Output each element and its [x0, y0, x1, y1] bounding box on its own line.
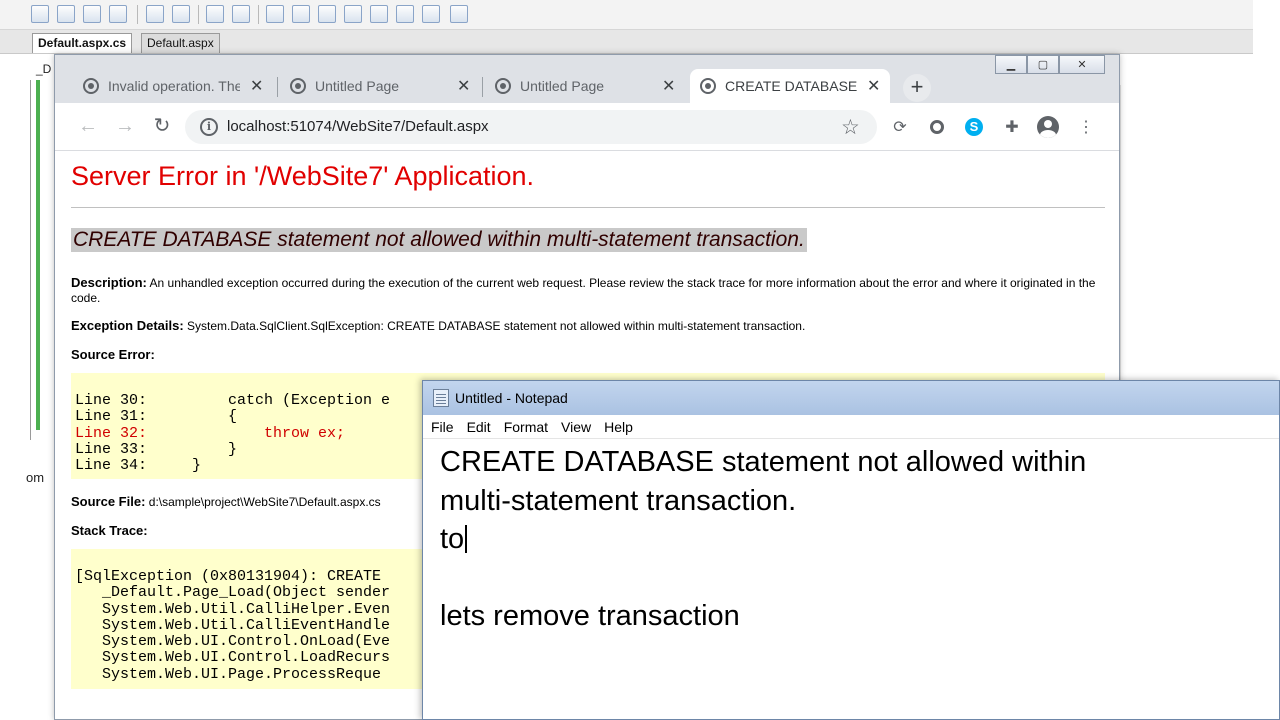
text-caret [465, 525, 468, 553]
tab-close-icon[interactable]: ✕ [457, 76, 470, 96]
notepad-title: Untitled - Notepad [455, 390, 568, 406]
browser-toolbar: ← → ↻ i localhost:51074/WebSite7/Default… [55, 103, 1119, 151]
notepad-title-bar[interactable]: Untitled - Notepad [423, 381, 1279, 415]
skype-icon[interactable]: S [963, 116, 985, 138]
exception-text: System.Data.SqlClient.SqlException: CREA… [187, 319, 806, 333]
toolbar-icon[interactable] [83, 5, 101, 23]
vs-change-bar [36, 80, 40, 430]
source-file-path: d:\sample\project\WebSite7\Default.aspx.… [148, 495, 381, 509]
toolbar-icon[interactable] [57, 5, 75, 23]
puzzle-icon[interactable]: ✚ [1001, 116, 1023, 138]
source-error-heading: Source Error: [71, 347, 155, 363]
url-text: localhost:51074/WebSite7/Default.aspx [227, 118, 489, 135]
description-text: An unhandled exception occurred during t… [71, 276, 1096, 305]
globe-icon [700, 78, 716, 94]
reload-icon[interactable]: ↻ [150, 115, 174, 137]
toolbar-icon[interactable] [31, 5, 49, 23]
sync-icon[interactable]: ⟳ [889, 116, 911, 138]
toolbar-icon[interactable] [450, 5, 468, 23]
toolbar-icon[interactable] [146, 5, 164, 23]
toolbar-icon[interactable] [370, 5, 388, 23]
notepad-window: Untitled - Notepad File Edit Format View… [422, 380, 1280, 720]
circle-extension-icon[interactable] [926, 116, 948, 138]
profile-avatar-icon[interactable] [1037, 116, 1059, 138]
tab-title: Invalid operation. The [108, 78, 240, 94]
source-file-label: Source File: [71, 494, 146, 509]
source-file-paragraph: Source File: d:\sample\project\WebSite7\… [71, 494, 381, 510]
tab-title: Untitled Page [315, 78, 400, 94]
toolbar-icon[interactable] [318, 5, 336, 23]
description-label: Description: [71, 275, 147, 290]
notepad-text-area[interactable]: CREATE DATABASE statement not allowed wi… [440, 443, 1086, 636]
exception-paragraph: Exception Details: System.Data.SqlClient… [71, 318, 805, 334]
browser-tab[interactable]: Invalid operation. The ✕ [73, 69, 273, 103]
tab-close-icon[interactable]: ✕ [867, 76, 880, 96]
vs-code-fragment: om [26, 470, 45, 485]
menu-format[interactable]: Format [504, 419, 548, 435]
exception-label: Exception Details: [71, 318, 184, 333]
source-error-label: Source Error: [71, 347, 155, 362]
vs-code-fragment: _D [36, 62, 52, 76]
toolbar-icon[interactable] [172, 5, 190, 23]
toolbar-icon[interactable] [206, 5, 224, 23]
tab-title: CREATE DATABASE s [725, 78, 857, 94]
divider [71, 207, 1105, 208]
new-tab-button[interactable]: + [903, 74, 931, 102]
address-bar[interactable]: i localhost:51074/WebSite7/Default.aspx … [185, 110, 877, 144]
menu-edit[interactable]: Edit [467, 419, 491, 435]
info-icon[interactable]: i [200, 118, 218, 136]
tab-close-icon[interactable]: ✕ [250, 76, 263, 96]
star-icon[interactable]: ☆ [841, 115, 860, 140]
text-line: CREATE DATABASE statement not allowed wi… [440, 446, 1087, 478]
toolbar-icon[interactable] [232, 5, 250, 23]
vs-toolbar [0, 0, 1253, 30]
maximize-icon[interactable]: ▢ [1027, 55, 1059, 74]
forward-arrow-icon[interactable]: → [113, 115, 137, 137]
page-title: Server Error in '/WebSite7' Application. [71, 161, 535, 191]
vs-margin-line [30, 80, 31, 440]
globe-icon [83, 78, 99, 94]
tab-strip: ▁ ▢ ✕ Invalid operation. The ✕ Untitled … [55, 55, 1119, 103]
close-icon[interactable]: ✕ [1059, 55, 1105, 74]
browser-tab[interactable]: Untitled Page ✕ [280, 69, 480, 103]
text-line: lets remove transaction [440, 600, 740, 632]
toolbar-icon[interactable] [266, 5, 284, 23]
tab-close-icon[interactable]: ✕ [662, 76, 675, 96]
text-line-with-caret: to [440, 520, 1086, 559]
text-line: to [440, 523, 465, 555]
error-message: CREATE DATABASE statement not allowed wi… [71, 228, 807, 252]
toolbar-icon[interactable] [109, 5, 127, 23]
toolbar-icon[interactable] [344, 5, 362, 23]
toolbar-icon[interactable] [396, 5, 414, 23]
globe-icon [495, 78, 511, 94]
description-paragraph: Description: An unhandled exception occu… [71, 275, 1105, 306]
text-line: multi-statement transaction. [440, 484, 797, 517]
browser-tab[interactable]: Untitled Page ✕ [485, 69, 685, 103]
globe-icon [290, 78, 306, 94]
back-arrow-icon[interactable]: ← [76, 115, 100, 137]
menu-view[interactable]: View [561, 419, 591, 435]
vs-tab-default-aspx[interactable]: Default.aspx [141, 33, 220, 53]
tab-title: Untitled Page [520, 78, 605, 94]
vs-tab-default-aspx-cs[interactable]: Default.aspx.cs [32, 33, 133, 53]
browser-tab-active[interactable]: CREATE DATABASE s ✕ [690, 69, 891, 103]
vs-document-tabs: Default.aspx.cs Default.aspx [0, 30, 1253, 54]
minimize-icon[interactable]: ▁ [995, 55, 1027, 74]
menu-file[interactable]: File [431, 419, 454, 435]
more-vert-icon[interactable]: ⋮ [1075, 116, 1097, 138]
notepad-menu-bar: File Edit Format View Help [423, 415, 1279, 439]
stack-trace-label: Stack Trace: [71, 523, 148, 538]
window-controls: ▁ ▢ ✕ [995, 55, 1105, 75]
menu-help[interactable]: Help [604, 419, 633, 435]
vs-right-pane [1120, 85, 1252, 381]
text-line [440, 559, 1086, 598]
toolbar-icon[interactable] [292, 5, 310, 23]
toolbar-icon[interactable] [422, 5, 440, 23]
notepad-icon [433, 389, 449, 407]
stack-trace-heading: Stack Trace: [71, 523, 148, 539]
